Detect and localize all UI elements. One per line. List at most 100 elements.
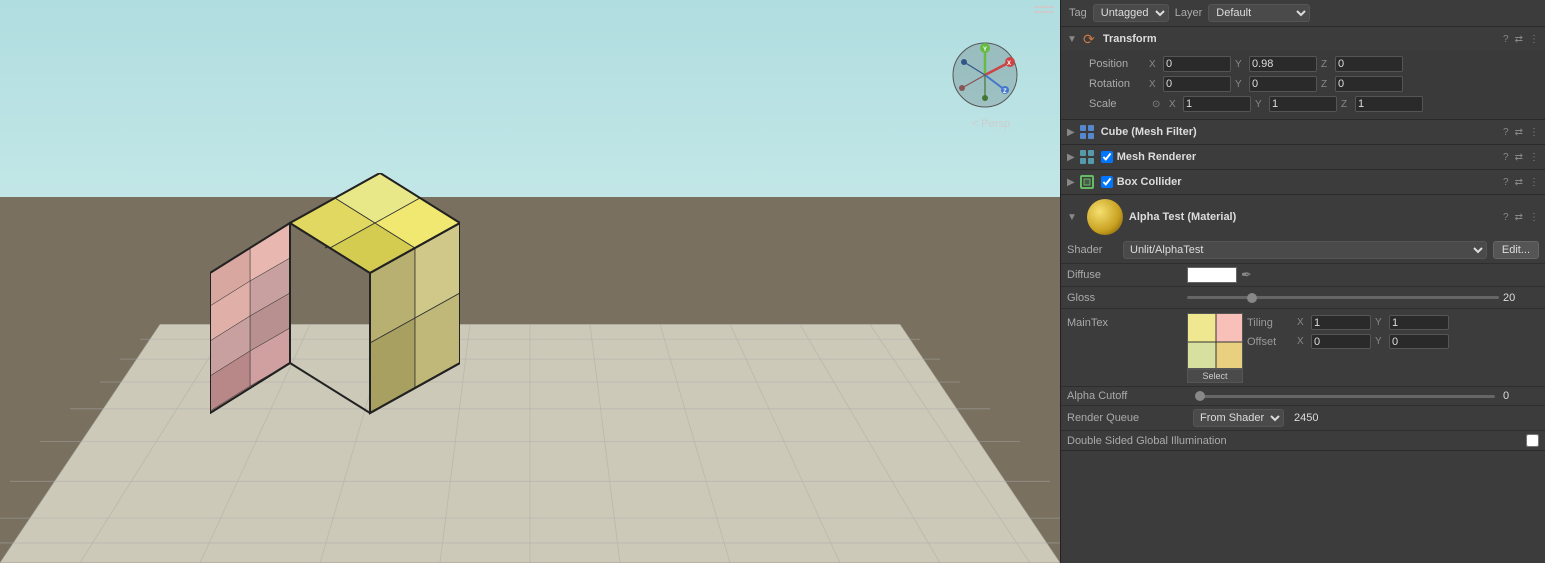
scale-x-label: X: [1169, 99, 1179, 110]
mesh-renderer-title: Mesh Renderer: [1117, 151, 1503, 163]
mesh-renderer-actions: ? ⇄ ⋮: [1503, 152, 1539, 163]
dsgi-label: Double Sided Global Illumination: [1067, 435, 1520, 447]
mesh-renderer-checkbox[interactable]: [1101, 151, 1113, 163]
transform-help[interactable]: ?: [1503, 34, 1509, 45]
alpha-cutoff-slider[interactable]: [1195, 395, 1495, 398]
mf-settings[interactable]: ⇄: [1515, 127, 1523, 138]
svg-text:X: X: [1007, 61, 1011, 67]
dsgi-row: Double Sided Global Illumination: [1061, 430, 1545, 450]
mat-help[interactable]: ?: [1503, 212, 1509, 223]
bc-settings[interactable]: ⇄: [1515, 177, 1523, 188]
box-collider-component: ▶ Box Collider ? ⇄ ⋮: [1061, 170, 1545, 195]
gloss-label: Gloss: [1067, 292, 1187, 304]
mesh-filter-component: ▶ Cube (Mesh Filter) ? ⇄ ⋮: [1061, 120, 1545, 145]
mr-menu[interactable]: ⋮: [1529, 152, 1539, 163]
transform-body: Position X Y Z Rotation X Y Z: [1061, 51, 1545, 119]
render-queue-value: 2450: [1294, 412, 1318, 424]
scale-label: Scale: [1089, 98, 1149, 110]
diffuse-color-swatch[interactable]: [1187, 267, 1237, 283]
mesh-renderer-header[interactable]: ▶ Mesh Renderer ? ⇄ ⋮: [1061, 145, 1545, 169]
shader-select[interactable]: Unlit/AlphaTest Unlit/Texture Standard: [1123, 241, 1487, 259]
layer-select[interactable]: Default TransparentFX Ignore Raycast: [1208, 4, 1310, 22]
scale-z-label: Z: [1341, 99, 1351, 110]
pos-x-input[interactable]: [1163, 56, 1231, 72]
material-name: Alpha Test (Material): [1129, 211, 1497, 223]
rot-y-label: Y: [1235, 79, 1245, 90]
render-queue-select[interactable]: From Shader Background Geometry AlphaTes…: [1193, 409, 1284, 427]
bc-help[interactable]: ?: [1503, 177, 1509, 188]
layer-label: Layer: [1175, 7, 1203, 19]
offset-y-input[interactable]: [1389, 334, 1449, 349]
offset-label: Offset: [1247, 336, 1297, 348]
mat-settings[interactable]: ⇄: [1515, 212, 1523, 223]
shader-row: Shader Unlit/AlphaTest Unlit/Texture Sta…: [1061, 239, 1545, 263]
tag-select[interactable]: Untagged Respawn Finish: [1093, 4, 1169, 22]
pos-y-input[interactable]: [1249, 56, 1317, 72]
persp-label: < Persp: [972, 118, 1010, 130]
alpha-cutoff-value: 0: [1503, 390, 1539, 402]
tiling-x-label: X: [1297, 317, 1307, 328]
3d-viewport[interactable]: Y X Z < Persp: [0, 0, 1060, 563]
gloss-number: 20: [1503, 292, 1539, 304]
alpha-cutoff-row: Alpha Cutoff 0: [1061, 386, 1545, 405]
rotation-row: Rotation X Y Z: [1089, 75, 1539, 93]
offset-xy: X Y: [1297, 334, 1449, 349]
tag-label: Tag: [1069, 7, 1087, 19]
box-collider-title: Box Collider: [1117, 176, 1503, 188]
material-arrow[interactable]: ▼: [1067, 212, 1077, 223]
rot-z-input[interactable]: [1335, 76, 1403, 92]
transform-header[interactable]: ▼ ⟳ Transform ? ⇄ ⋮: [1061, 27, 1545, 51]
transform-settings[interactable]: ⇄: [1515, 34, 1523, 45]
render-queue-label: Render Queue: [1067, 412, 1187, 424]
transform-title: Transform: [1103, 33, 1503, 45]
scale-x-input[interactable]: [1183, 96, 1251, 112]
bc-menu[interactable]: ⋮: [1529, 177, 1539, 188]
scale-row: Scale ⊙ X Y Z: [1089, 95, 1539, 113]
scale-link-icon: ⊙: [1152, 99, 1162, 110]
scale-y-input[interactable]: [1269, 96, 1337, 112]
offset-x-input[interactable]: [1311, 334, 1371, 349]
tag-layer-row: Tag Untagged Respawn Finish Layer Defaul…: [1061, 0, 1545, 27]
material-actions: ? ⇄ ⋮: [1503, 212, 1539, 223]
box-collider-checkbox[interactable]: [1101, 176, 1113, 188]
mesh-filter-header[interactable]: ▶ Cube (Mesh Filter) ? ⇄ ⋮: [1061, 120, 1545, 144]
mf-help[interactable]: ?: [1503, 127, 1509, 138]
gloss-row: Gloss 20: [1061, 286, 1545, 308]
maintex-label: MainTex: [1067, 313, 1187, 329]
svg-text:Z: Z: [1003, 89, 1007, 95]
mf-menu[interactable]: ⋮: [1529, 127, 1539, 138]
diffuse-label: Diffuse: [1067, 269, 1187, 281]
box-collider-actions: ? ⇄ ⋮: [1503, 177, 1539, 188]
eyedropper-icon[interactable]: ✒: [1241, 267, 1252, 283]
box-collider-header[interactable]: ▶ Box Collider ? ⇄ ⋮: [1061, 170, 1545, 194]
texture-select-button[interactable]: Select: [1187, 369, 1243, 383]
shader-edit-button[interactable]: Edit...: [1493, 241, 1539, 259]
inspector-panel: Tag Untagged Respawn Finish Layer Defaul…: [1060, 0, 1545, 563]
gloss-slider[interactable]: [1187, 296, 1499, 299]
alpha-cutoff-label: Alpha Cutoff: [1067, 390, 1187, 402]
mesh-renderer-icon: [1079, 149, 1095, 165]
tiling-y-label: Y: [1375, 317, 1385, 328]
maintex-thumb[interactable]: [1187, 313, 1243, 369]
tiling-x-input[interactable]: [1311, 315, 1371, 330]
dsgi-checkbox[interactable]: [1526, 434, 1539, 447]
mat-menu[interactable]: ⋮: [1529, 212, 1539, 223]
scale-z-input[interactable]: [1355, 96, 1423, 112]
mr-settings[interactable]: ⇄: [1515, 152, 1523, 163]
scale-xyz: ⊙ X Y Z: [1149, 96, 1539, 112]
pos-z-input[interactable]: [1335, 56, 1403, 72]
viewport-menu-icon[interactable]: [1034, 6, 1054, 13]
material-sphere-icon: [1087, 199, 1123, 235]
rot-x-input[interactable]: [1163, 76, 1231, 92]
mesh-filter-arrow: ▶: [1067, 127, 1075, 138]
position-xyz: X Y Z: [1149, 56, 1539, 72]
render-queue-row: Render Queue From Shader Background Geom…: [1061, 405, 1545, 430]
transform-menu[interactable]: ⋮: [1529, 34, 1539, 45]
cube-3d: [210, 173, 460, 463]
transform-actions: ? ⇄ ⋮: [1503, 34, 1539, 45]
mesh-filter-icon: [1079, 124, 1095, 140]
diffuse-row: Diffuse ✒: [1061, 263, 1545, 286]
mr-help[interactable]: ?: [1503, 152, 1509, 163]
tiling-y-input[interactable]: [1389, 315, 1449, 330]
rot-y-input[interactable]: [1249, 76, 1317, 92]
